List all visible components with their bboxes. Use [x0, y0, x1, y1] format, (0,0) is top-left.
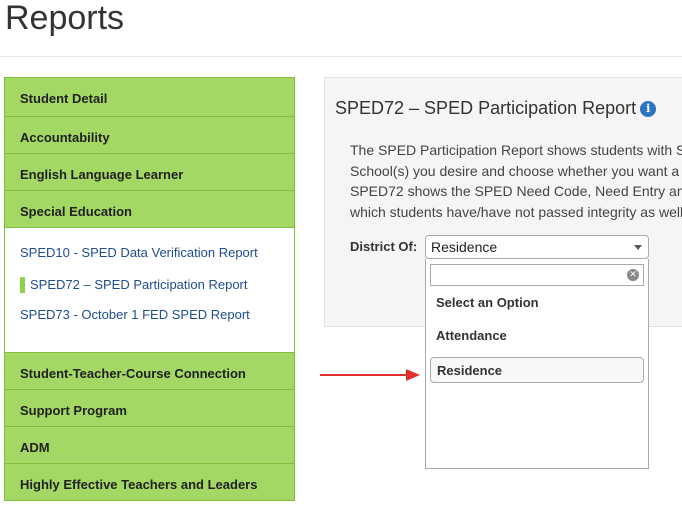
district-of-label: District Of: — [350, 239, 418, 254]
sublink-sped10[interactable]: SPED10 - SPED Data Verification Report — [20, 245, 258, 260]
report-title: SPED72 – SPED Participation Report — [335, 98, 637, 118]
sublink-sped73[interactable]: SPED73 - October 1 FED SPED Report — [20, 307, 250, 322]
sidebar-item-adm[interactable]: ADM — [5, 427, 294, 464]
info-icon[interactable]: i — [640, 101, 657, 117]
dropdown-search-input[interactable]: ✕ — [430, 264, 644, 286]
sidebar-item-special-education[interactable]: Special Education — [5, 191, 294, 228]
description-line: which students have/have not passed inte… — [350, 203, 682, 220]
sidebar-item-support-program[interactable]: Support Program — [5, 390, 294, 427]
active-item-marker — [20, 277, 25, 293]
title-divider — [0, 56, 682, 57]
sidebar-item-english-language-learner[interactable]: English Language Learner — [5, 154, 294, 191]
report-title-row: SPED72 – SPED Participation Report i — [335, 98, 657, 119]
selected-value: Residence — [431, 239, 498, 255]
special-education-subpanel: SPED10 - SPED Data Verification Report S… — [5, 228, 294, 353]
option-attendance[interactable]: Attendance — [430, 323, 644, 349]
report-description: The SPED Participation Report shows stud… — [350, 140, 682, 222]
description-line: SPED72 shows the SPED Need Code, Need En… — [350, 183, 682, 199]
clear-icon[interactable]: ✕ — [627, 269, 639, 281]
sidebar-item-student-detail[interactable]: Student Detail — [5, 78, 294, 117]
annotation-arrow-shaft — [320, 374, 408, 376]
annotation-arrow-icon — [406, 369, 420, 381]
reports-sidebar: Student Detail Accountability English La… — [4, 77, 295, 501]
district-of-select[interactable]: Residence — [425, 235, 649, 259]
sidebar-item-accountability[interactable]: Accountability — [5, 117, 294, 154]
description-line: The SPED Participation Report shows stud… — [350, 142, 682, 158]
sidebar-item-highly-effective[interactable]: Highly Effective Teachers and Leaders — [5, 464, 294, 501]
caret-down-icon — [634, 245, 642, 250]
option-select-an-option[interactable]: Select an Option — [430, 290, 644, 316]
description-line: School(s) you desire and choose whether … — [350, 162, 680, 179]
sublink-sped72[interactable]: SPED72 – SPED Participation Report — [30, 277, 248, 292]
district-of-dropdown: ✕ Select an Option Attendance Residence — [425, 259, 649, 469]
sidebar-item-student-teacher-course[interactable]: Student-Teacher-Course Connection — [5, 353, 294, 390]
page-title: Reports — [5, 0, 125, 37]
option-residence[interactable]: Residence — [430, 357, 644, 383]
